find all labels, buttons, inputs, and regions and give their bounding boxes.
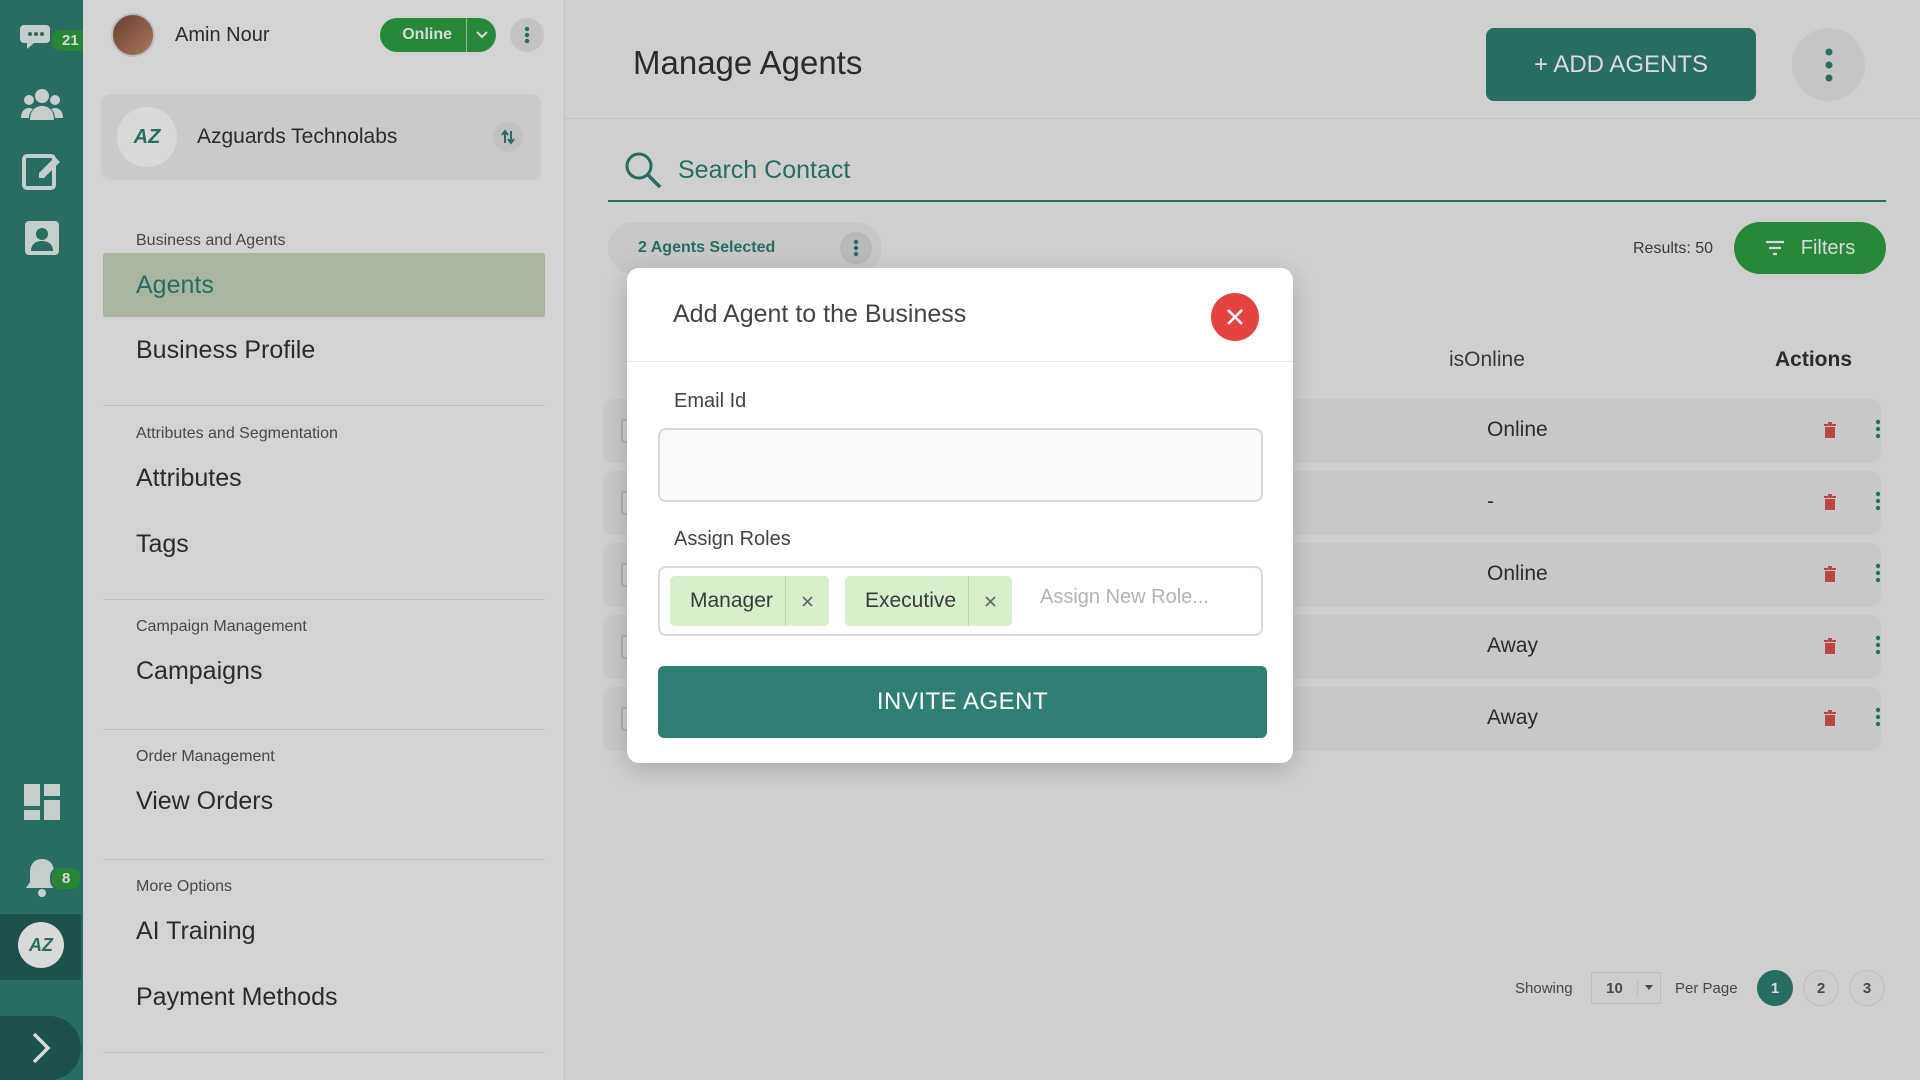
remove-role-button[interactable] [968,576,1012,626]
roles-field[interactable]: Manager Executive [658,566,1263,636]
modal-title: Add Agent to the Business [673,300,967,328]
close-modal-button[interactable] [1211,293,1259,341]
assign-role-input[interactable] [1040,586,1250,609]
roles-label: Assign Roles [674,528,791,550]
close-icon [985,595,996,607]
modal-divider [627,361,1293,362]
close-icon [1227,309,1243,325]
add-agent-modal: Add Agent to the Business Email Id Assig… [627,268,1293,763]
close-icon [802,595,813,607]
role-chip-label: Executive [865,589,957,612]
email-field[interactable] [658,428,1263,502]
invite-agent-button[interactable]: INVITE AGENT [658,666,1267,738]
role-chip-manager: Manager [670,576,829,626]
role-chip-executive: Executive [845,576,1013,626]
email-label: Email Id [674,390,747,412]
remove-role-button[interactable] [784,576,829,626]
role-chip-label: Manager [690,589,773,612]
